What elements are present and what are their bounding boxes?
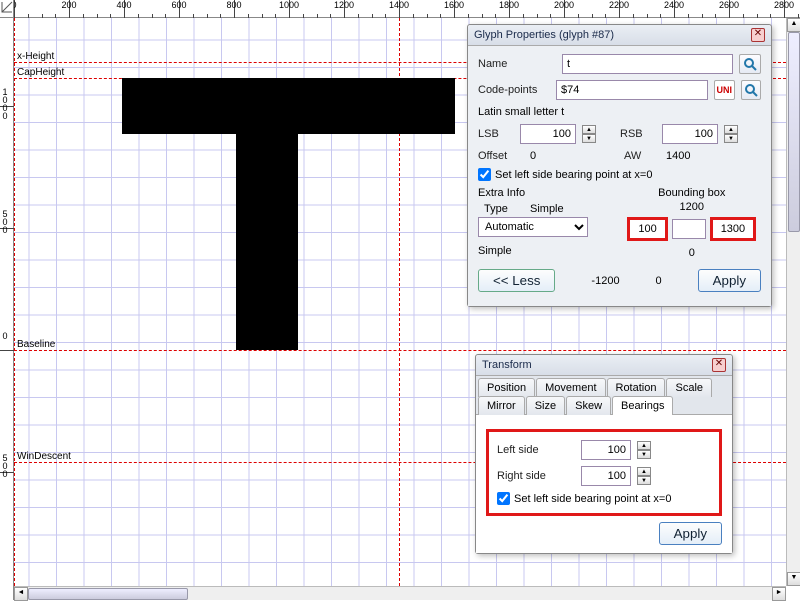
label-win-descent: WinDescent: [16, 451, 72, 462]
name-lookup-button[interactable]: [739, 54, 761, 74]
codepoints-label: Code-points: [478, 84, 550, 96]
tab-movement[interactable]: Movement: [536, 378, 605, 397]
guide-baseline[interactable]: [14, 350, 786, 351]
transform-apply-button[interactable]: Apply: [659, 522, 722, 545]
ruler-horizontal: 0200400600800100012001400160018002000220…: [14, 0, 800, 18]
scroll-up-button[interactable]: ▲: [787, 18, 800, 32]
rsb-label: RSB: [620, 128, 656, 140]
bbox-right-value: 1300: [710, 217, 756, 241]
right-side-label: Right side: [497, 470, 575, 482]
bearings-section-highlight: Left side ▲▼ Right side ▲▼ Set left side…: [486, 429, 722, 516]
bounding-box-label: Bounding box: [623, 187, 762, 199]
transform-titlebar[interactable]: Transform: [476, 355, 732, 376]
aw-label: AW: [624, 150, 660, 162]
scrollbar-horizontal[interactable]: ◄ ►: [14, 586, 786, 600]
scroll-right-button[interactable]: ►: [772, 587, 786, 601]
scrollbar-vertical[interactable]: ▲ ▼: [786, 18, 800, 586]
tab-rotation[interactable]: Rotation: [607, 378, 666, 397]
tab-scale[interactable]: Scale: [666, 378, 712, 397]
label-x-height: x-Height: [16, 51, 55, 62]
transform-tabs: PositionMovementRotationScale MirrorSizeS…: [476, 376, 732, 415]
glyph-properties-panel[interactable]: Glyph Properties (glyph #87) Name Code-p…: [467, 24, 772, 307]
close-button[interactable]: [751, 28, 765, 42]
scroll-left-button[interactable]: ◄: [14, 587, 28, 601]
label-cap-height: CapHeight: [16, 67, 65, 78]
close-button[interactable]: [712, 358, 726, 372]
codepoints-lookup-button[interactable]: [741, 80, 761, 100]
set-lsb-origin-checkbox[interactable]: [478, 168, 491, 181]
aw-value: 1400: [666, 150, 690, 162]
less-button[interactable]: << Less: [478, 269, 555, 292]
unicode-button[interactable]: UNI: [714, 80, 734, 100]
label-baseline: Baseline: [16, 339, 56, 350]
metric-1: -1200: [591, 275, 619, 287]
ruler-origin: [0, 0, 14, 18]
tab-mirror[interactable]: Mirror: [478, 396, 525, 415]
transform-lsb-origin-label: Set left side bearing point at x=0: [514, 493, 671, 505]
right-side-input[interactable]: [581, 466, 631, 486]
set-lsb-origin-label: Set left side bearing point at x=0: [495, 169, 652, 181]
left-side-input[interactable]: [581, 440, 631, 460]
tab-position[interactable]: Position: [478, 378, 535, 397]
transform-lsb-origin-checkbox[interactable]: [497, 492, 510, 505]
glyph-properties-titlebar[interactable]: Glyph Properties (glyph #87): [468, 25, 771, 46]
guide-origin[interactable]: [14, 18, 15, 586]
type-label: Type: [484, 203, 524, 215]
offset-label: Offset: [478, 150, 524, 162]
bbox-left-value: 100: [627, 217, 667, 241]
glyph-contour-stem[interactable]: [236, 78, 298, 350]
glyph-apply-button[interactable]: Apply: [698, 269, 761, 292]
transform-title: Transform: [482, 359, 532, 371]
bbox-center-input[interactable]: [672, 219, 706, 239]
rsb-input[interactable]: [662, 124, 718, 144]
bbox-bottom-value: 0: [623, 247, 762, 259]
rsb-spinner[interactable]: ▲▼: [724, 125, 738, 143]
lsb-input[interactable]: [520, 124, 576, 144]
extra-info-label: Extra Info: [478, 187, 617, 199]
metric-2: 0: [656, 275, 662, 287]
left-side-label: Left side: [497, 444, 575, 456]
tab-skew[interactable]: Skew: [566, 396, 611, 415]
offset-value: 0: [530, 150, 586, 162]
name-label: Name: [478, 58, 556, 70]
tab-bearings[interactable]: Bearings: [612, 396, 673, 415]
tab-size[interactable]: Size: [526, 396, 565, 415]
codepoints-input[interactable]: [556, 80, 708, 100]
scroll-thumb-v[interactable]: [788, 32, 800, 232]
right-side-spinner[interactable]: ▲▼: [637, 467, 651, 485]
glyph-type-select[interactable]: Automatic: [478, 217, 588, 237]
simple-label: Simple: [478, 245, 617, 257]
glyph-description: Latin small letter t: [478, 106, 564, 118]
name-input[interactable]: [562, 54, 733, 74]
left-side-spinner[interactable]: ▲▼: [637, 441, 651, 459]
lsb-spinner[interactable]: ▲▼: [582, 125, 596, 143]
transform-panel[interactable]: Transform PositionMovementRotationScale M…: [475, 354, 733, 554]
ruler-vertical: 1 0 0 05 0 005 0 0: [0, 18, 14, 600]
lsb-label: LSB: [478, 128, 514, 140]
type-value: Simple: [530, 203, 564, 215]
scroll-thumb-h[interactable]: [28, 588, 188, 600]
bbox-top-value: 1200: [623, 201, 762, 213]
scroll-down-button[interactable]: ▼: [787, 572, 800, 586]
glyph-properties-title: Glyph Properties (glyph #87): [474, 29, 614, 41]
